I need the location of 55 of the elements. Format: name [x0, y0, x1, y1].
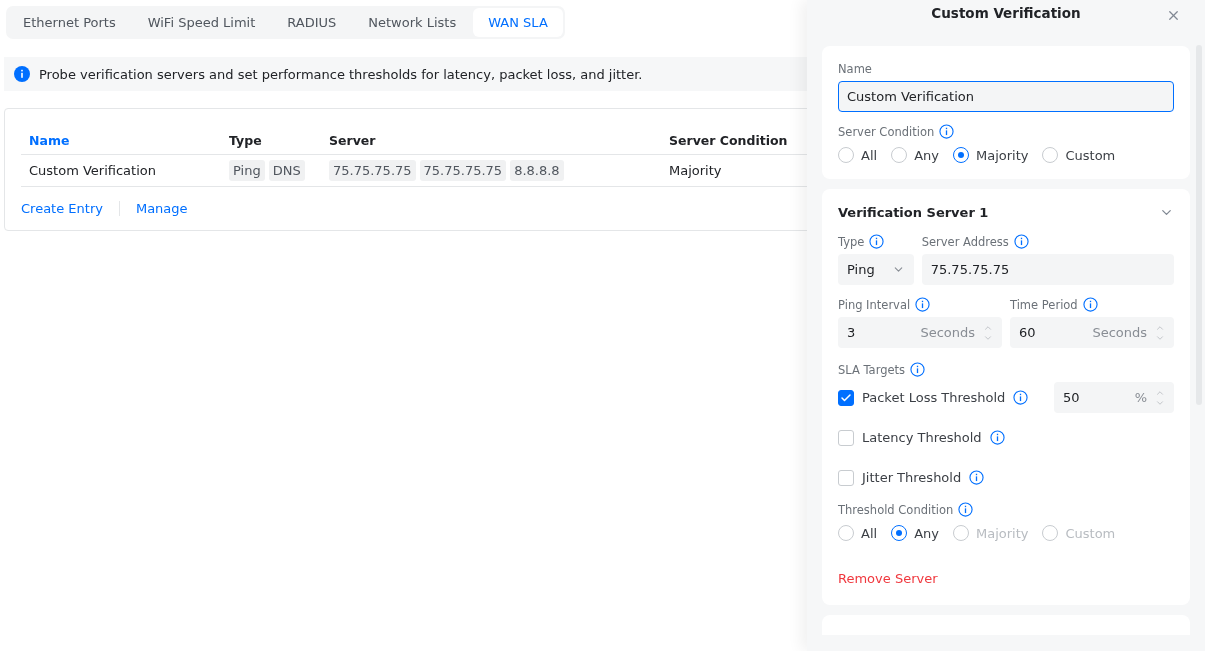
checkbox[interactable]	[838, 389, 854, 406]
checkbox[interactable]	[838, 429, 854, 446]
info-icon	[989, 430, 1005, 445]
action-link[interactable]: Create Entry	[21, 201, 120, 216]
number-field[interactable]: 3 Seconds	[838, 317, 1002, 348]
type-tag: Ping	[229, 160, 265, 181]
info-icon	[1013, 234, 1029, 249]
section-title: Verification Server 1	[838, 205, 989, 220]
tab[interactable]: WiFi Speed Limit	[132, 8, 271, 37]
field-label: Server Condition	[838, 124, 935, 139]
checkbox[interactable]	[838, 469, 854, 486]
field-label: Name	[838, 62, 872, 76]
type-tag: DNS	[268, 160, 305, 181]
field-label: Server Address	[921, 234, 1009, 249]
panel-title: Custom Verification	[931, 4, 1081, 21]
column-header[interactable]: Name	[21, 127, 221, 155]
field-label: SLA Targets	[838, 362, 906, 377]
field-label: Ping Interval	[838, 297, 911, 312]
checkbox-label: Latency Threshold	[862, 430, 982, 445]
server-tag: 75.75.75.75	[419, 160, 507, 181]
info-icon	[14, 66, 30, 82]
radio-option[interactable]: All	[838, 525, 878, 541]
tab[interactable]: RADIUS	[272, 8, 352, 37]
close-icon[interactable]	[1166, 8, 1181, 23]
table-cell: Custom Verification	[21, 155, 221, 187]
radio-option[interactable]: Any	[891, 525, 939, 541]
number-field[interactable]: 50 %	[1054, 382, 1174, 413]
field-label: Threshold Condition	[838, 502, 954, 517]
info-icon	[969, 470, 985, 485]
remove-server-link[interactable]: Remove Server	[838, 571, 938, 586]
tab[interactable]: Network Lists	[353, 8, 472, 37]
info-icon	[958, 502, 974, 517]
tab[interactable]: WAN SLA	[473, 8, 563, 37]
info-icon	[1013, 390, 1029, 405]
checkbox-label: Packet Loss Threshold	[862, 390, 1006, 405]
field-label: Type	[838, 234, 865, 249]
info-icon	[869, 234, 885, 249]
type-select[interactable]: Ping	[838, 254, 914, 285]
check-icon	[840, 391, 852, 404]
action-link[interactable]: Manage	[119, 201, 204, 216]
column-header: Type	[221, 127, 321, 155]
name-field[interactable]: Custom Verification	[838, 81, 1174, 112]
column-header: Server	[321, 127, 661, 155]
tab[interactable]: Ethernet Ports	[8, 8, 131, 37]
field-label: Time Period	[1010, 297, 1078, 312]
info-icon	[915, 297, 931, 312]
info-icon	[910, 362, 926, 377]
banner-text: Probe verification servers and set performance thresholds for latency, packet loss, and jitter.	[39, 66, 643, 82]
address-field[interactable]: 75.75.75.75	[921, 254, 1174, 285]
checkbox-label: Jitter Threshold	[862, 470, 962, 485]
number-field[interactable]: 60 Seconds	[1010, 317, 1174, 348]
info-icon	[1082, 297, 1098, 312]
server-tag: 75.75.75.75	[329, 160, 416, 181]
info-icon	[939, 124, 955, 139]
server-tag: 8.8.8.8	[510, 160, 564, 181]
